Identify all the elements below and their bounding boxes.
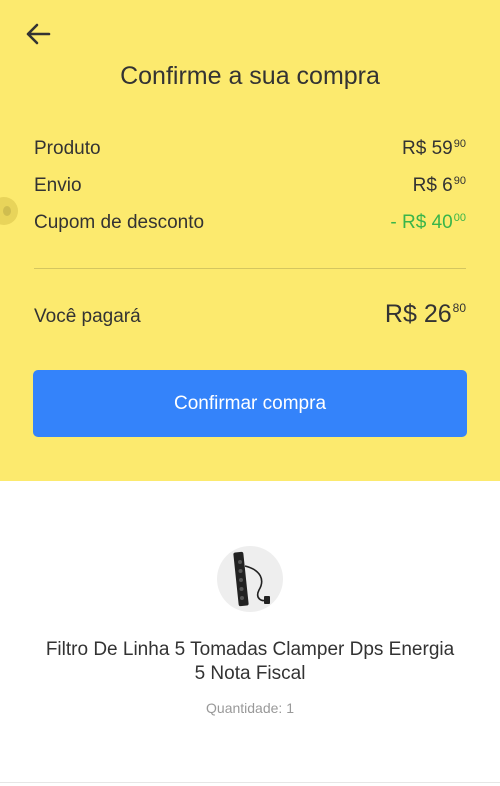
divider <box>34 268 466 269</box>
row-value: R$ 5990 <box>402 138 466 159</box>
row-label: Envio <box>34 175 82 196</box>
total-value: R$ 2680 <box>384 300 466 328</box>
arrow-left-icon <box>26 23 51 45</box>
total-label: Você pagará <box>34 306 141 327</box>
product-name: Filtro De Linha 5 Tomadas Clamper Dps En… <box>45 639 455 684</box>
checkout-summary-panel: Confirme a sua compra Produto R$ 5990 En… <box>0 0 500 481</box>
floating-help-badge[interactable] <box>0 197 18 225</box>
product-thumbnail <box>217 546 283 612</box>
badge-dot-icon <box>3 206 11 216</box>
back-button[interactable] <box>22 18 54 50</box>
power-strip-icon <box>233 551 270 607</box>
row-product-price: Produto R$ 5990 <box>34 138 466 160</box>
product-quantity: Quantidade: 1 <box>206 700 294 716</box>
row-coupon-discount: Cupom de desconto - R$ 4000 <box>34 212 466 234</box>
row-value: - R$ 4000 <box>390 212 466 233</box>
row-shipping-price: Envio R$ 690 <box>34 175 466 197</box>
row-value: R$ 690 <box>412 175 466 196</box>
row-label: Produto <box>34 138 101 159</box>
confirm-purchase-button[interactable]: Confirmar compra <box>33 370 467 437</box>
divider <box>0 782 500 783</box>
total-row: Você pagará R$ 2680 <box>34 300 466 329</box>
row-label: Cupom de desconto <box>34 212 205 233</box>
page-title: Confirme a sua compra <box>120 62 380 90</box>
